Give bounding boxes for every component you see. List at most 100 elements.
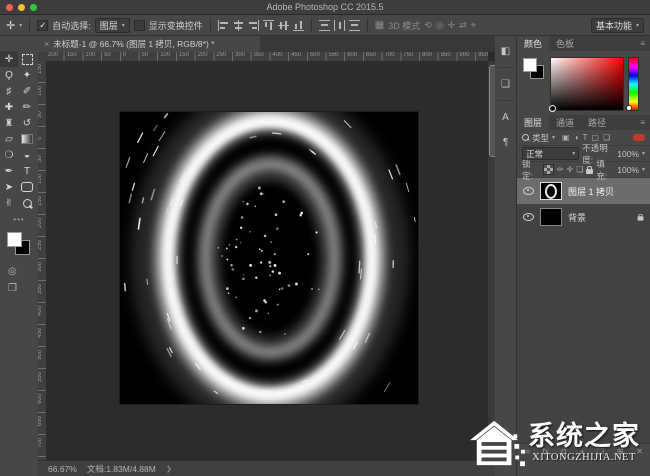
align-top-edges-icon[interactable] — [263, 20, 274, 31]
move-tool-icon[interactable]: ✛ — [6, 19, 15, 32]
paragraph-panel-icon[interactable]: ¶ — [497, 133, 515, 151]
layer-thumbnail[interactable] — [540, 182, 562, 200]
dodge-tool[interactable]: ◒ — [18, 147, 36, 163]
tab-swatches[interactable]: 色板 — [549, 36, 581, 51]
foreground-color-swatch[interactable] — [7, 232, 22, 247]
gradient-tool[interactable] — [18, 131, 36, 147]
distribute-bottom-icon[interactable] — [349, 20, 360, 31]
ruler-label: 650 — [366, 52, 376, 58]
eraser-tool[interactable]: ▱ — [0, 131, 18, 147]
align-vertical-centers-icon[interactable] — [278, 20, 289, 31]
close-tab-icon[interactable]: × — [44, 39, 49, 49]
character-panel-icon[interactable]: A — [497, 108, 515, 126]
document-tab-title: 未标题-1 @ 66.7% (图层 1 拷贝, RGB/8*) * — [53, 38, 214, 50]
hue-marker[interactable] — [626, 105, 632, 111]
opacity-value[interactable]: 100% — [617, 149, 639, 159]
quick-mask-icon[interactable]: ◎ — [8, 266, 17, 277]
healing-brush-tool[interactable]: ✚ — [0, 99, 18, 115]
hand-tool[interactable]: ✌ — [0, 195, 18, 211]
ruler-label: 500 — [38, 350, 43, 360]
clone-stamp-tool[interactable]: ♜ — [0, 115, 18, 131]
eyedropper-tool[interactable]: ✐ — [18, 83, 36, 99]
edit-toolbar-icon[interactable]: ••• — [0, 215, 38, 224]
filter-adjustment-layers-icon[interactable]: ◑ — [574, 133, 579, 142]
layer-row[interactable]: 背景 — [517, 204, 650, 230]
layer-style-icon[interactable]: fx — [543, 447, 549, 456]
tab-color[interactable]: 颜色 — [517, 36, 549, 51]
filter-pixel-layers-icon[interactable]: ▣ — [562, 133, 570, 142]
zoom-icon — [23, 199, 32, 208]
delete-layer-icon[interactable]: ✕ — [636, 447, 643, 456]
saturation-brightness-field[interactable] — [550, 57, 624, 111]
tab-channels[interactable]: 通道 — [549, 115, 581, 130]
panel-column: 颜色 色板 ≡ 图层 通道 路径 ≡ — [517, 36, 650, 476]
document-tab[interactable]: × 未标题-1 @ 66.7% (图层 1 拷贝, RGB/8*) * — [38, 36, 260, 52]
zoom-level-field[interactable]: 66.67% — [48, 464, 77, 474]
move-tool[interactable]: ✛ — [0, 51, 18, 67]
tab-paths[interactable]: 路径 — [581, 115, 613, 130]
status-chevron-icon[interactable]: ❯ — [166, 465, 172, 473]
lock-position-icon[interactable]: ✛ — [567, 165, 574, 174]
chevron-down-icon[interactable]: ▾ — [642, 166, 645, 173]
fill-value[interactable]: 100% — [617, 165, 639, 175]
distribute-top-icon[interactable] — [319, 20, 330, 31]
tab-layers[interactable]: 图层 — [517, 115, 549, 130]
tool-preset-chevron-icon[interactable]: ▾ — [19, 22, 22, 29]
workspace-switcher[interactable]: 基本功能 ▾ — [591, 18, 644, 33]
path-selection-tool[interactable]: ➤ — [0, 179, 18, 195]
panel-menu-icon[interactable]: ≡ — [640, 36, 650, 51]
align-bottom-edges-icon[interactable] — [293, 20, 304, 31]
distribute-horizontal-icon[interactable] — [334, 20, 345, 31]
crop-tool[interactable]: ♯ — [0, 83, 18, 99]
new-layer-icon[interactable]: ⊞ — [617, 447, 624, 456]
layer-row[interactable]: 图层 1 拷贝 — [517, 178, 650, 204]
align-right-edges-icon[interactable] — [248, 20, 259, 31]
color-foreground-swatch[interactable] — [523, 58, 537, 72]
screen-mode-icon[interactable]: ❐ — [8, 283, 17, 294]
hue-slider[interactable] — [628, 57, 639, 111]
divider — [367, 18, 368, 32]
layer-name[interactable]: 背景 — [568, 211, 586, 224]
new-group-icon[interactable]: ❏ — [597, 447, 604, 456]
layer-name[interactable]: 图层 1 拷贝 — [568, 185, 614, 198]
chevron-down-icon[interactable]: ▾ — [642, 150, 645, 157]
brush-tool[interactable]: ✏ — [18, 99, 36, 115]
layer-list-empty-area — [517, 230, 650, 443]
layer-thumbnail[interactable] — [540, 208, 562, 226]
tool-options-bar: ✛ ▾ ✓ 自动选择: 图层 ▾ 显示变换控件 ▦ 3D 模式 ⟲ ◎ ✛ ⇄ … — [0, 15, 650, 36]
zoom-tool[interactable] — [18, 195, 36, 211]
show-transform-controls-checkbox[interactable] — [134, 20, 145, 31]
saturation-marker[interactable] — [549, 105, 556, 112]
align-left-edges-icon[interactable] — [218, 20, 229, 31]
filter-search-icon[interactable] — [522, 134, 529, 141]
document-scrollbar[interactable] — [488, 61, 495, 460]
link-layers-icon[interactable]: ∞ — [524, 447, 530, 456]
title-bar[interactable]: Adobe Photoshop CC 2015.5 — [0, 0, 650, 15]
shape-tool[interactable] — [18, 179, 36, 195]
lock-all-icon[interactable] — [586, 169, 593, 174]
lock-paint-icon[interactable]: ✏ — [557, 165, 564, 174]
auto-select-checkbox[interactable]: ✓ — [37, 20, 48, 31]
layer-filter-toggle[interactable] — [633, 134, 645, 141]
blur-tool[interactable]: ❍ — [0, 147, 18, 163]
lock-artboard-icon[interactable]: ❏ — [576, 165, 583, 174]
auto-select-dropdown[interactable]: 图层 ▾ — [95, 18, 130, 33]
quick-selection-tool[interactable]: ✦ — [18, 67, 36, 83]
adjustments-panel-icon[interactable]: ◧ — [497, 42, 515, 60]
auto-align-icon[interactable]: ▦ — [375, 20, 384, 31]
marquee-tool[interactable] — [18, 51, 36, 67]
pen-tool[interactable]: ✒ — [0, 163, 18, 179]
layer-visibility-icon[interactable] — [523, 187, 534, 195]
layer-visibility-icon[interactable] — [523, 213, 534, 221]
lasso-tool[interactable]: Ϙ — [0, 67, 18, 83]
lock-transparency-icon[interactable] — [543, 164, 554, 175]
libraries-panel-icon[interactable]: ❏ — [497, 75, 515, 93]
adjustment-layer-icon[interactable]: ◑ — [579, 447, 584, 456]
align-horizontal-centers-icon[interactable] — [233, 20, 244, 31]
type-tool[interactable]: T — [18, 163, 36, 179]
canvas[interactable] — [120, 112, 418, 404]
layer-mask-icon[interactable]: ◘ — [562, 447, 567, 456]
history-brush-tool[interactable]: ↺ — [18, 115, 36, 131]
panel-menu-icon[interactable]: ≡ — [640, 115, 650, 130]
chevron-down-icon[interactable]: ▾ — [552, 134, 555, 141]
